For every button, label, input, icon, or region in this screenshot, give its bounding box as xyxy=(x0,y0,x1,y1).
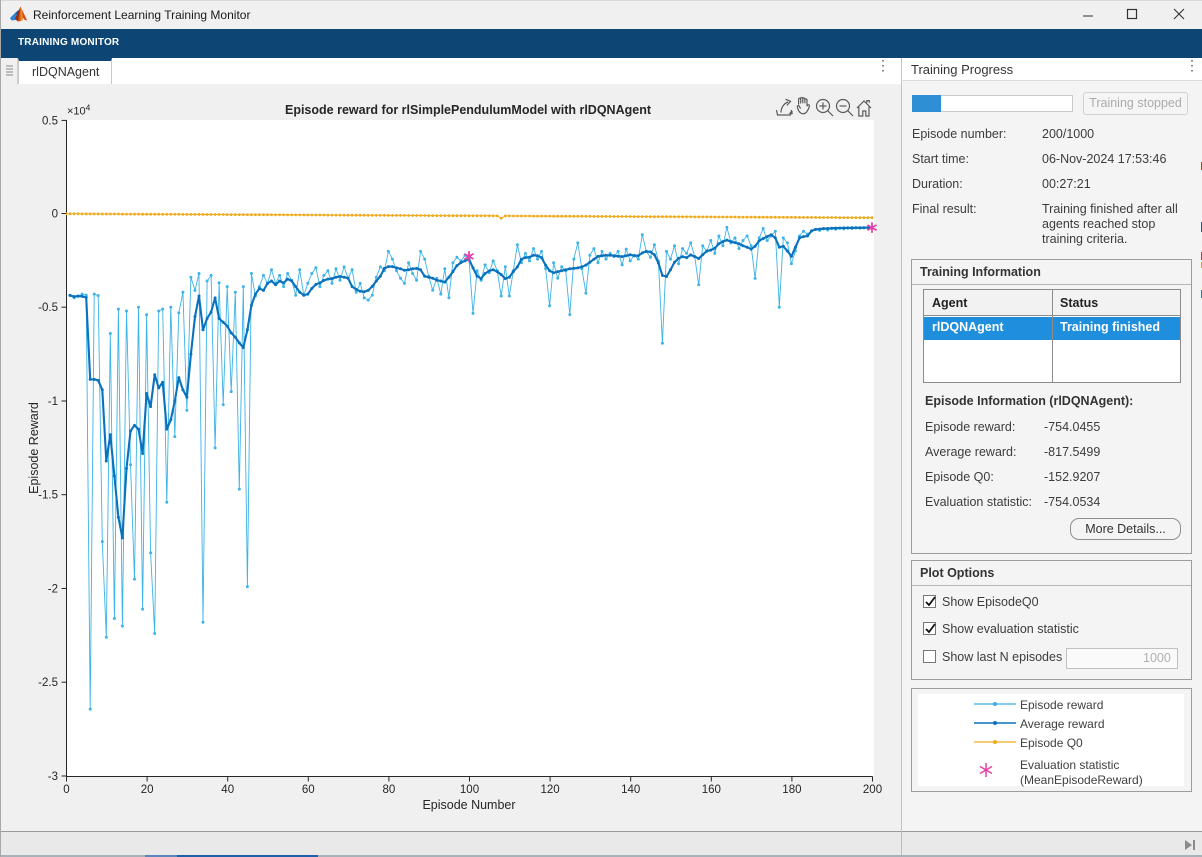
svg-text:140: 140 xyxy=(621,784,640,796)
svg-text:-2.5: -2.5 xyxy=(38,677,58,689)
svg-text:0: 0 xyxy=(63,784,69,796)
svg-text:160: 160 xyxy=(702,784,721,796)
svg-text:60: 60 xyxy=(302,784,315,796)
svg-text:100: 100 xyxy=(460,784,479,796)
svg-text:Episode Number: Episode Number xyxy=(422,798,515,812)
svg-text:-0.5: -0.5 xyxy=(38,302,58,314)
svg-text:20: 20 xyxy=(141,784,154,796)
svg-text:0: 0 xyxy=(52,209,58,221)
svg-text:-1.5: -1.5 xyxy=(38,490,58,502)
svg-text:40: 40 xyxy=(221,784,234,796)
svg-text:0.5: 0.5 xyxy=(42,115,58,127)
svg-text:Episode Reward: Episode Reward xyxy=(27,402,41,494)
svg-text:200: 200 xyxy=(863,784,882,796)
svg-text:-1: -1 xyxy=(48,396,58,408)
svg-text:120: 120 xyxy=(541,784,560,796)
svg-text:-3: -3 xyxy=(48,771,58,783)
svg-text:-2: -2 xyxy=(48,584,58,596)
svg-text:Episode reward for rlSimplePen: Episode reward for rlSimplePendulumModel… xyxy=(285,103,652,117)
svg-text:×104: ×104 xyxy=(67,103,91,118)
svg-text:180: 180 xyxy=(782,784,801,796)
svg-text:80: 80 xyxy=(383,784,396,796)
